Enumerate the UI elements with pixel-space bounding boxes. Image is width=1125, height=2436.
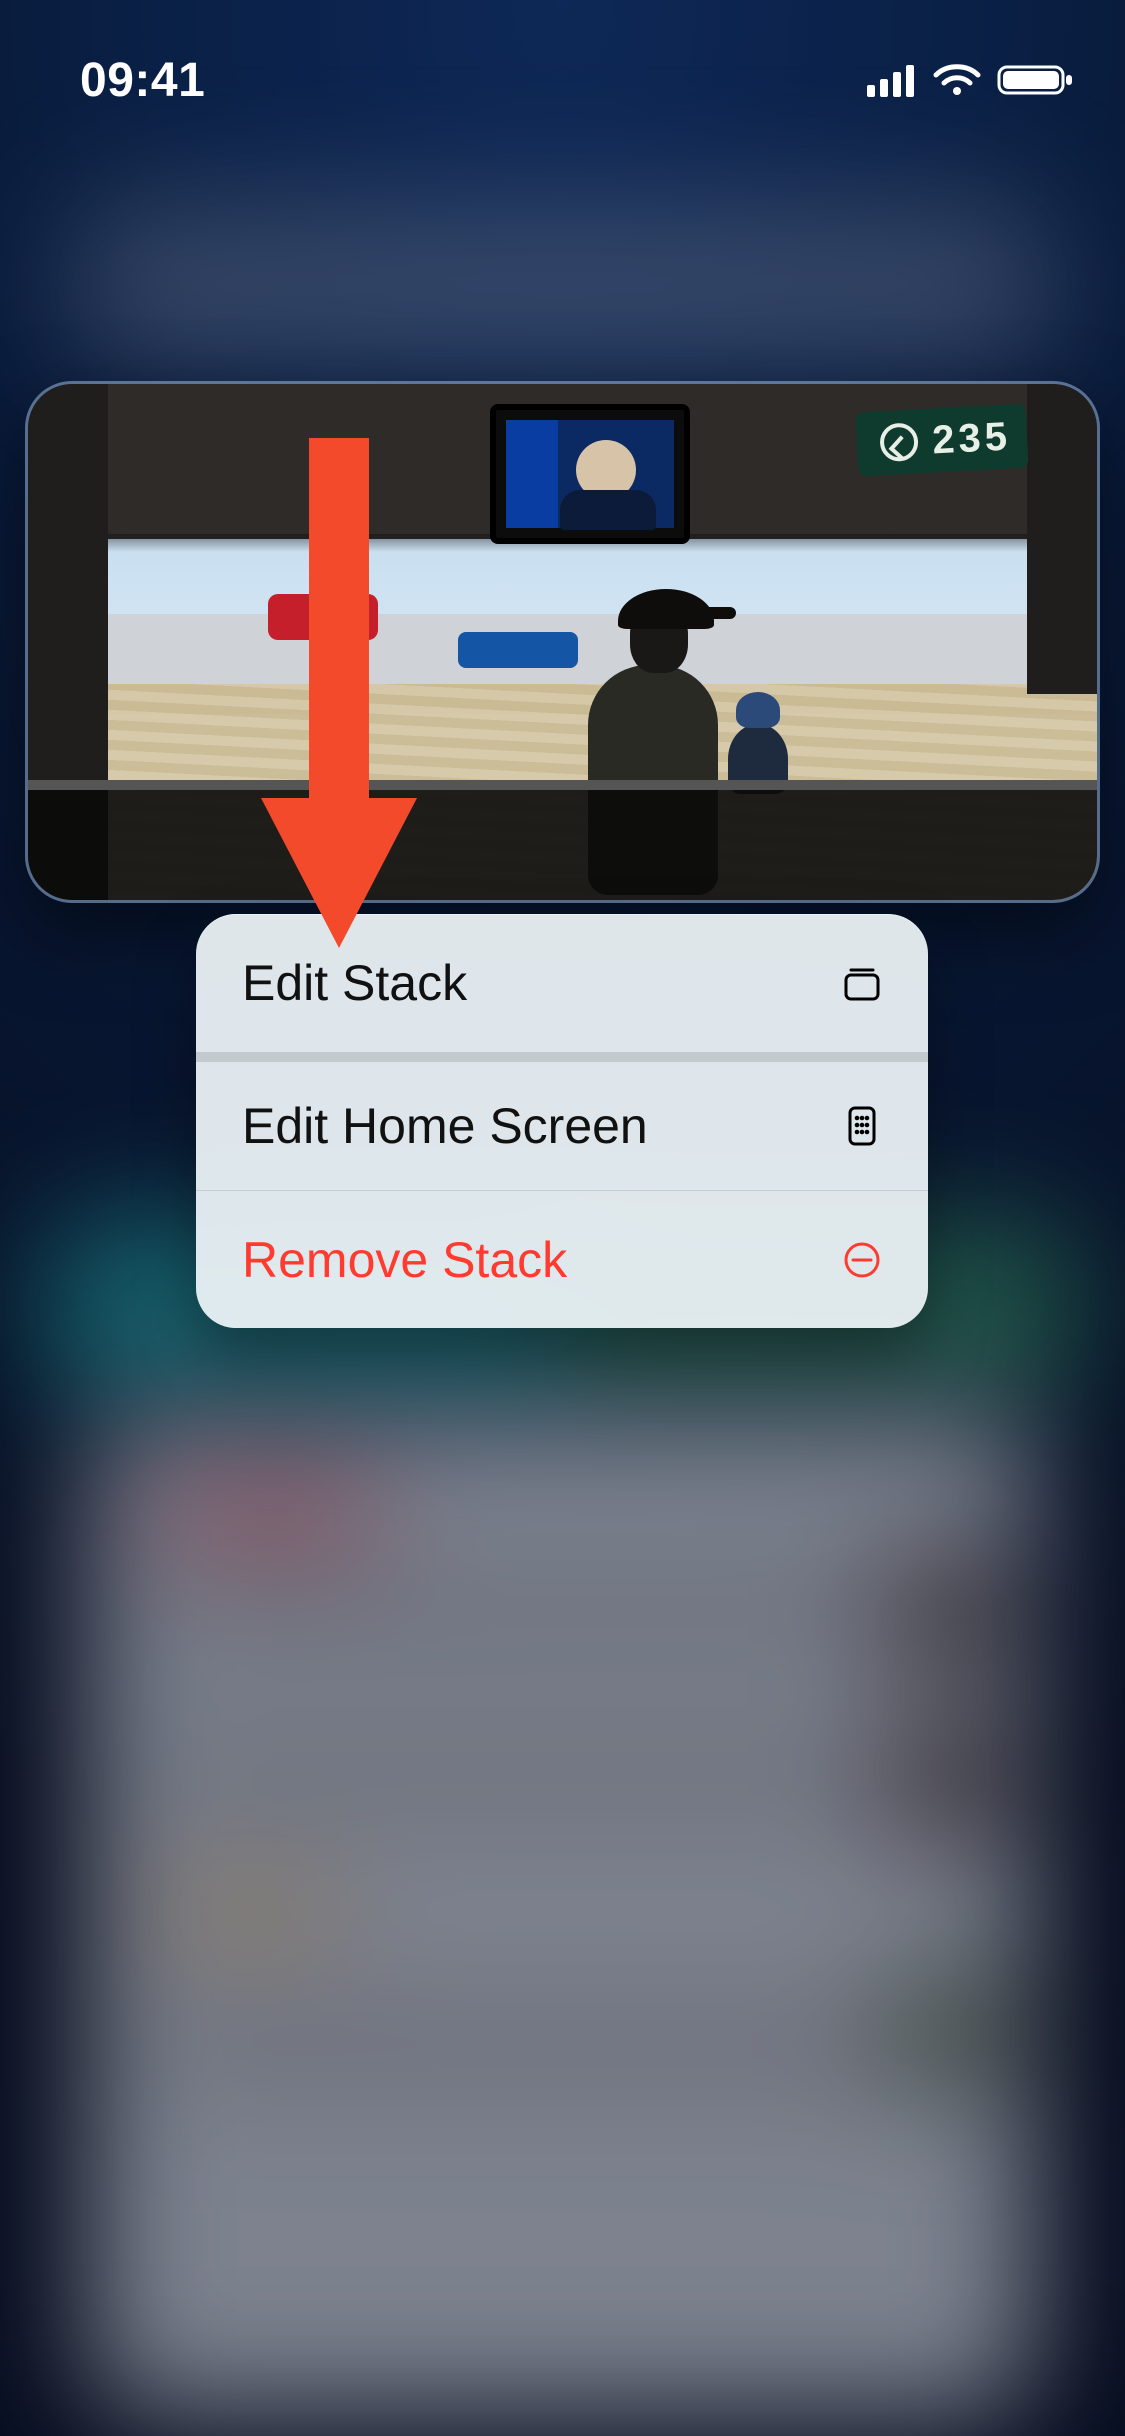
battery-icon [997, 63, 1075, 97]
minus-circle-icon [838, 1236, 886, 1284]
stack-icon [838, 959, 886, 1007]
cellular-icon [867, 63, 917, 97]
apps-grid-icon [838, 1102, 886, 1150]
photos-widget-preview[interactable]: 235 [28, 384, 1097, 900]
widget-photo: 235 [28, 384, 1097, 900]
tv-monitor [490, 404, 690, 544]
status-icons [867, 63, 1075, 97]
menu-item-label: Remove Stack [242, 1231, 567, 1289]
left-arrow-icon [879, 422, 919, 462]
menu-item-edit-home-screen[interactable]: Edit Home Screen [196, 1052, 928, 1190]
status-bar: 09:41 [0, 0, 1125, 130]
section-sign: 235 [855, 404, 1028, 477]
status-time: 09:41 [80, 53, 205, 108]
section-number: 235 [931, 414, 1012, 463]
menu-item-remove-stack[interactable]: Remove Stack [196, 1190, 928, 1328]
wifi-icon [933, 63, 981, 97]
annotation-arrow-icon [274, 438, 404, 968]
menu-item-label: Edit Home Screen [242, 1097, 648, 1155]
context-menu: Edit Stack Edit Home Screen Remove Stack [196, 914, 928, 1328]
